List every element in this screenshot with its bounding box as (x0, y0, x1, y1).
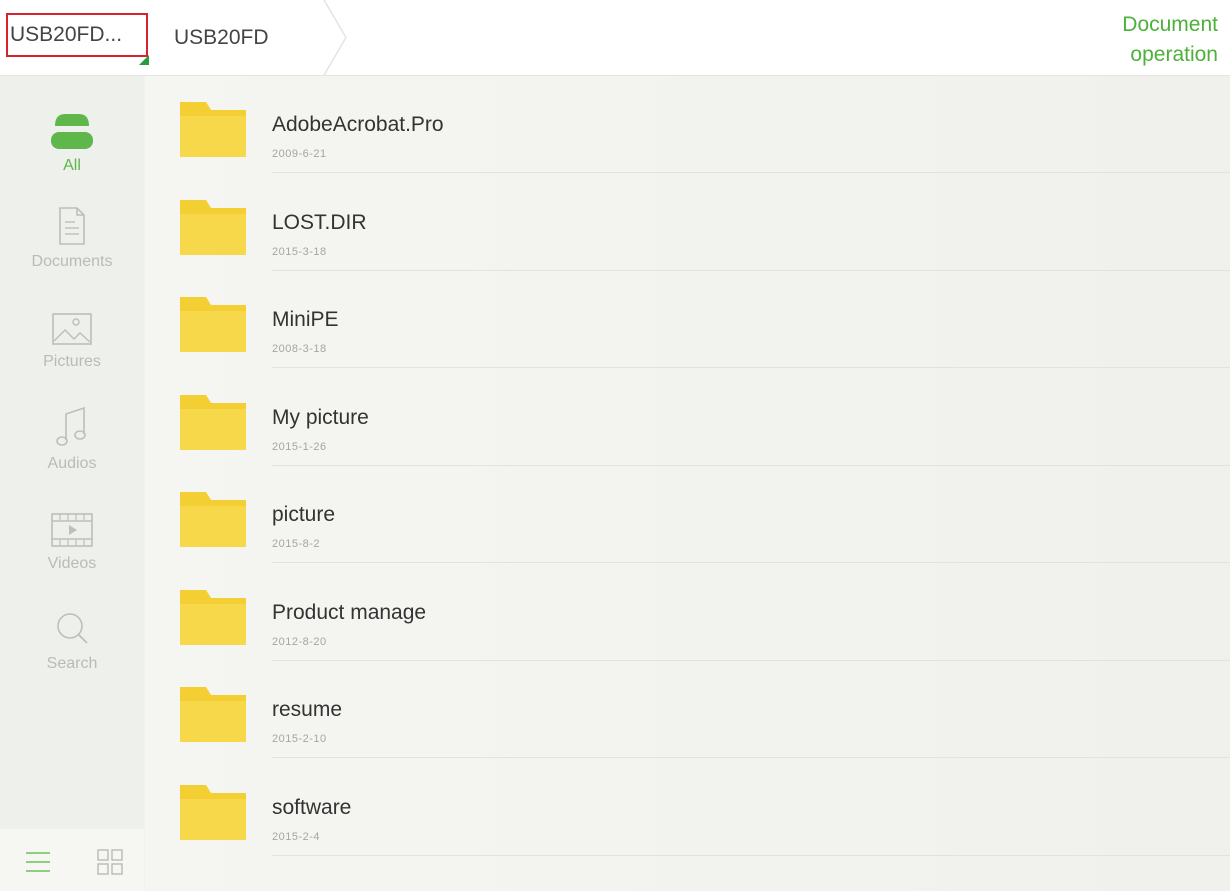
breadcrumb-label: USB20FD (174, 25, 269, 49)
folder-icon (180, 784, 246, 840)
dropdown-corner-icon (139, 55, 149, 65)
file-name: Product manage (272, 600, 427, 624)
file-name: My picture (272, 405, 369, 429)
list-view-icon (26, 852, 50, 872)
drive-selector[interactable]: USB20FD... (6, 13, 149, 65)
file-date: 2008-3-18 (272, 343, 327, 355)
folder-icon (180, 589, 246, 645)
file-date: 2012-8-20 (272, 635, 327, 648)
folder-icon (180, 199, 246, 255)
file-date: 2015-2-4 (272, 830, 321, 843)
folder-icon (180, 297, 246, 352)
music-note-icon (56, 406, 86, 446)
sidebar-item-label: Search (46, 655, 98, 672)
grid-view-button[interactable] (96, 847, 128, 879)
sidebar-item-label: Videos (47, 555, 97, 572)
document-operation-line-1: Document (1122, 13, 1218, 36)
folder-icon (180, 102, 246, 157)
drive-icon (51, 114, 93, 149)
drive-selector-label: USB20FD... (10, 23, 123, 46)
grid-view-icon (97, 849, 123, 875)
list-item[interactable]: Product manage 2012-8-20 (145, 564, 1230, 661)
file-name: resume (272, 698, 343, 721)
breadcrumb[interactable]: USB20FD (152, 0, 350, 75)
file-date: 2015-1-26 (272, 440, 327, 453)
sidebar-item-all[interactable]: All (0, 100, 144, 196)
sidebar-item-label: Documents (31, 253, 113, 270)
list-item[interactable]: My picture 2015-1-26 (145, 369, 1230, 466)
folder-icon (180, 492, 246, 547)
sidebar-item-videos[interactable]: Videos (0, 498, 144, 594)
sidebar-item-documents[interactable]: Documents (0, 196, 144, 292)
file-list: AdobeAcrobat.Pro 2009-6-21 LOST.DIR 2015… (145, 76, 1230, 891)
document-icon (59, 207, 85, 245)
file-name: LOST.DIR (272, 210, 367, 234)
view-mode-toggles (0, 829, 144, 891)
file-date: 2015-8-2 (272, 538, 321, 550)
list-item[interactable]: picture 2015-8-2 (145, 466, 1230, 563)
list-item[interactable]: resume 2015-2-10 (145, 661, 1230, 758)
file-name: MiniPE (272, 308, 339, 331)
sidebar-item-audios[interactable]: Audios (0, 398, 144, 494)
video-icon (51, 513, 93, 547)
search-icon (57, 613, 88, 644)
sidebar-item-search[interactable]: Search (0, 598, 144, 694)
folder-icon (180, 394, 246, 450)
document-operation-button[interactable]: Document operation (1078, 10, 1218, 70)
file-date: 2015-3-18 (272, 245, 327, 258)
sidebar-item-label: Audios (47, 455, 97, 472)
sidebar-item-pictures[interactable]: Pictures (0, 296, 144, 392)
list-item[interactable]: AdobeAcrobat.Pro 2009-6-21 (145, 76, 1230, 173)
file-date: 2009-6-21 (272, 148, 327, 160)
sidebar-item-label: Pictures (43, 353, 101, 370)
row-divider (272, 854, 1230, 856)
list-view-button[interactable] (24, 847, 56, 879)
file-date: 2015-2-10 (272, 733, 327, 745)
folder-icon (180, 687, 246, 742)
list-item[interactable]: LOST.DIR 2015-3-18 (145, 174, 1230, 271)
category-sidebar: All Documents Pictures Audios Videos Sea… (0, 76, 144, 891)
top-bar: USB20FD... USB20FD Document operation (0, 0, 1230, 76)
file-name: AdobeAcrobat.Pro (272, 113, 444, 136)
breadcrumb-chevron-icon (323, 0, 347, 75)
file-name: software (272, 795, 352, 819)
file-name: picture (272, 503, 336, 526)
sidebar-item-label: All (63, 157, 81, 174)
document-operation-line-2: operation (1130, 43, 1218, 66)
list-item[interactable]: software 2015-2-4 (145, 759, 1230, 856)
picture-icon (52, 313, 92, 345)
list-item[interactable]: MiniPE 2008-3-18 (145, 271, 1230, 368)
